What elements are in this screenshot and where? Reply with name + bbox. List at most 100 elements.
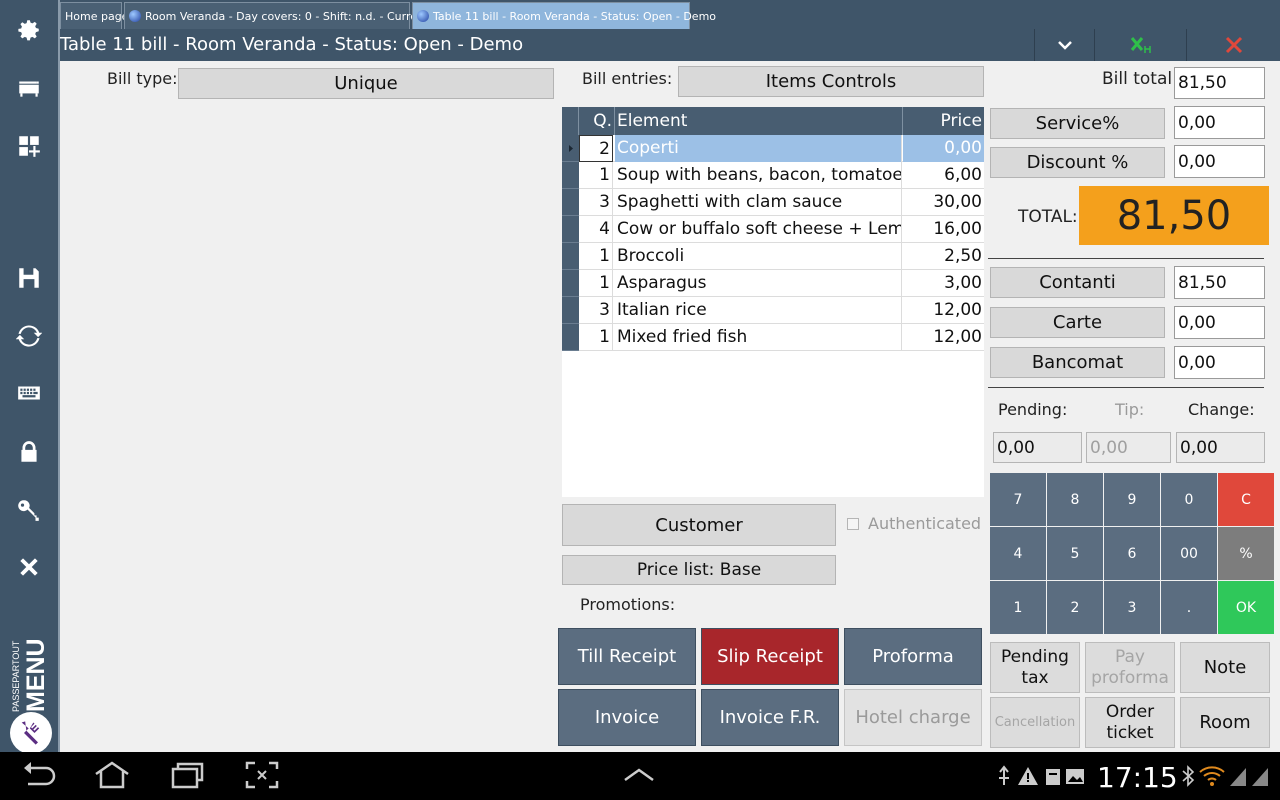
sidebar: PASSEPARTOUT MENU xyxy=(0,0,58,754)
bancomat-button[interactable]: Bancomat xyxy=(990,347,1165,378)
authenticated-label: Authenticated xyxy=(868,514,982,533)
table-row[interactable]: 4 Cow or buffalo soft cheese + Lemon 16,00 xyxy=(562,216,984,243)
home-icon[interactable] xyxy=(92,760,132,790)
screenshot-icon[interactable] xyxy=(244,760,280,790)
carte-button[interactable]: Carte xyxy=(990,307,1165,338)
pending-field: 0,00 xyxy=(993,432,1082,463)
close-bill-button[interactable] xyxy=(1186,29,1280,61)
contanti-button[interactable]: Contanti xyxy=(990,267,1165,298)
refresh-icon[interactable] xyxy=(0,316,58,356)
bancomat-field[interactable]: 0,00 xyxy=(1174,346,1265,379)
row-selector[interactable] xyxy=(562,243,579,270)
change-field: 0,00 xyxy=(1176,432,1265,463)
row-quantity[interactable]: 2 xyxy=(579,135,613,162)
back-icon[interactable] xyxy=(20,760,58,790)
table-row[interactable]: 1 Broccoli 2,50 xyxy=(562,243,984,270)
key-1[interactable]: 1 xyxy=(990,581,1046,634)
key-00[interactable]: 00 xyxy=(1161,527,1217,580)
tab-room-veranda[interactable]: Room Veranda - Day covers: 0 - Shift: n.… xyxy=(124,2,443,29)
export-excel-button[interactable] xyxy=(1094,29,1186,61)
row-price: 12,00 xyxy=(933,300,982,320)
bill-items-table: Q. Element Price 2 Coperti 0,00 1 Soup wi… xyxy=(562,107,984,497)
slip-receipt-button[interactable]: Slip Receipt xyxy=(701,628,839,685)
key-7[interactable]: 7 xyxy=(990,473,1046,526)
tab-table-bill[interactable]: Table 11 bill - Room Veranda - Status: O… xyxy=(412,2,716,29)
invoice-fr-button[interactable]: Invoice F.R. xyxy=(701,689,839,746)
key-4[interactable]: 4 xyxy=(990,527,1046,580)
dashboard-icon[interactable] xyxy=(0,126,58,166)
recent-apps-icon[interactable] xyxy=(170,760,206,790)
key-9[interactable]: 9 xyxy=(1104,473,1160,526)
globe-icon xyxy=(129,10,141,22)
tables-icon[interactable] xyxy=(0,68,58,108)
key-icon[interactable] xyxy=(0,490,58,530)
gear-icon[interactable] xyxy=(0,10,58,50)
discount-field[interactable]: 0,00 xyxy=(1174,145,1265,178)
clock: 17:15 xyxy=(1097,761,1178,794)
discount-button[interactable]: Discount % xyxy=(990,147,1165,178)
row-selector[interactable] xyxy=(562,297,579,324)
row-selector[interactable] xyxy=(562,324,579,351)
key-decimal[interactable]: . xyxy=(1161,581,1217,634)
close-icon[interactable] xyxy=(0,547,58,587)
hotel-charge-button[interactable]: Hotel charge xyxy=(844,689,982,746)
items-controls-button[interactable]: Items Controls xyxy=(678,66,984,97)
lock-icon[interactable] xyxy=(0,432,58,472)
save-icon[interactable] xyxy=(0,258,58,298)
table-row[interactable]: 3 Italian rice 12,00 xyxy=(562,297,984,324)
row-selector[interactable] xyxy=(562,189,579,216)
service-field[interactable]: 0,00 xyxy=(1174,106,1265,139)
price-list-button[interactable]: Price list: Base xyxy=(562,555,836,585)
customer-button[interactable]: Customer xyxy=(562,504,836,546)
carte-field[interactable]: 0,00 xyxy=(1174,306,1265,339)
service-button[interactable]: Service% xyxy=(990,108,1165,139)
bill-type-label: Bill type: xyxy=(107,69,178,88)
bill-total-field[interactable]: 81,50 xyxy=(1174,67,1265,99)
row-price: 6,00 xyxy=(944,165,982,185)
keyboard-icon[interactable] xyxy=(0,373,58,413)
row-selector[interactable] xyxy=(562,162,579,189)
tip-label: Tip: xyxy=(1115,400,1145,419)
order-ticket-button[interactable]: Order ticket xyxy=(1085,697,1175,748)
pay-proforma-button[interactable]: Pay proforma xyxy=(1085,642,1175,693)
table-row[interactable]: 3 Spaghetti with clam sauce 30,00 xyxy=(562,189,984,216)
key-clear[interactable]: C xyxy=(1218,473,1274,526)
table-row[interactable]: 1 Mixed fried fish 12,00 xyxy=(562,324,984,351)
table-row[interactable]: 1 Soup with beans, bacon, tomatoes 6,00 xyxy=(562,162,984,189)
cancellation-button[interactable]: Cancellation xyxy=(990,697,1080,748)
proforma-button[interactable]: Proforma xyxy=(844,628,982,685)
note-button[interactable]: Note xyxy=(1180,642,1270,693)
row-selector[interactable] xyxy=(562,135,579,162)
collapse-button[interactable] xyxy=(1034,29,1094,61)
authenticated-checkbox[interactable] xyxy=(847,518,859,530)
tab-home-page[interactable]: Home page xyxy=(60,2,128,29)
key-8[interactable]: 8 xyxy=(1047,473,1103,526)
key-6[interactable]: 6 xyxy=(1104,527,1160,580)
row-selector[interactable] xyxy=(562,216,579,243)
pending-tax-button[interactable]: Pending tax xyxy=(990,642,1080,693)
globe-icon xyxy=(417,10,429,22)
table-header: Q. Element Price xyxy=(562,107,984,135)
till-receipt-button[interactable]: Till Receipt xyxy=(558,628,696,685)
header-price: Price xyxy=(940,111,982,131)
brand-main-text: MENU xyxy=(22,638,50,712)
table-row[interactable]: 1 Asparagus 3,00 xyxy=(562,270,984,297)
bill-type-selector[interactable]: Unique xyxy=(178,68,554,99)
key-percent[interactable]: % xyxy=(1218,527,1274,580)
row-price: 30,00 xyxy=(933,192,982,212)
invoice-button[interactable]: Invoice xyxy=(558,689,696,746)
tab-label: Room Veranda - Day covers: 0 - Shift: n.… xyxy=(145,10,443,23)
key-5[interactable]: 5 xyxy=(1047,527,1103,580)
row-price: 12,00 xyxy=(933,327,982,347)
key-2[interactable]: 2 xyxy=(1047,581,1103,634)
row-selector[interactable] xyxy=(562,270,579,297)
key-0[interactable]: 0 xyxy=(1161,473,1217,526)
system-nav-bar: 17:15 xyxy=(0,752,1280,800)
key-ok[interactable]: OK xyxy=(1218,581,1274,634)
chevron-up-icon[interactable] xyxy=(622,766,656,784)
key-3[interactable]: 3 xyxy=(1104,581,1160,634)
room-button[interactable]: Room xyxy=(1180,697,1270,748)
tip-field[interactable]: 0,00 xyxy=(1086,432,1171,463)
contanti-field[interactable]: 81,50 xyxy=(1174,266,1265,299)
table-row[interactable]: 2 Coperti 0,00 xyxy=(562,135,984,162)
